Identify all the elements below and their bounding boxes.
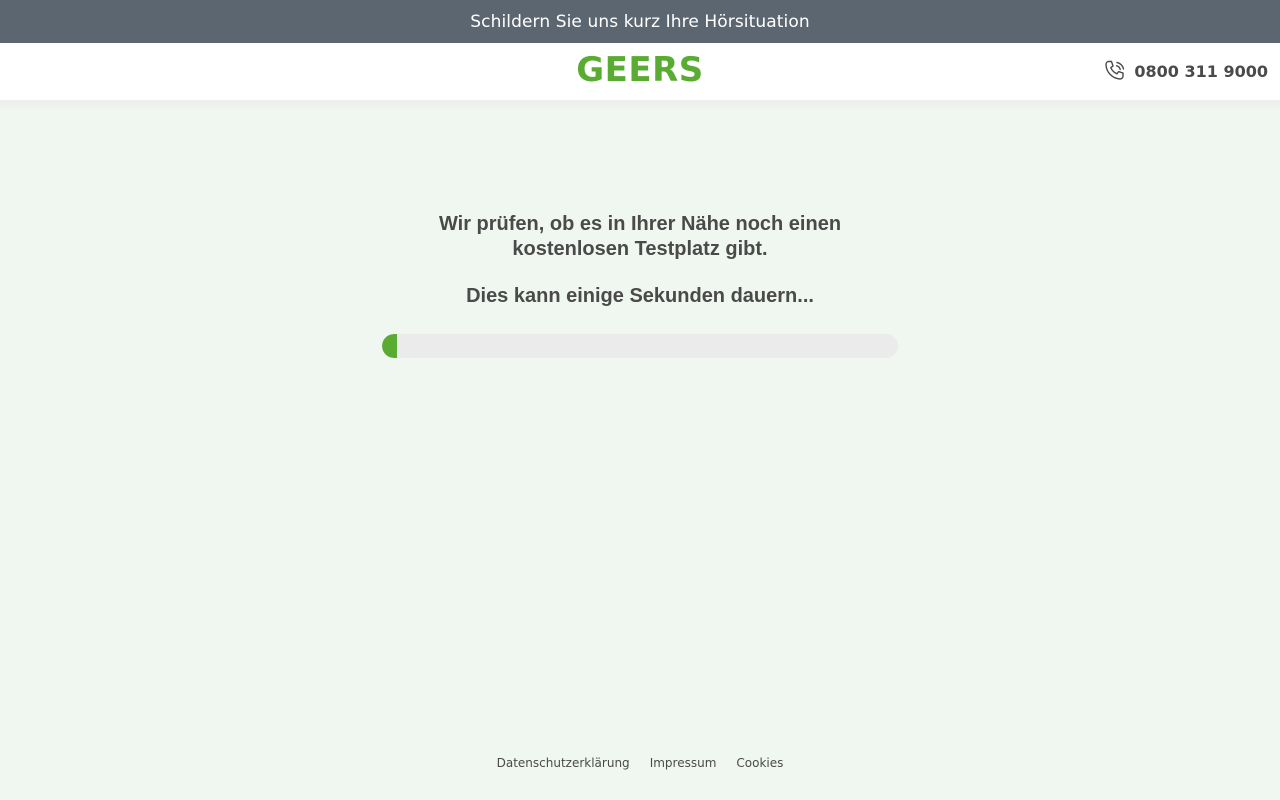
phone-icon <box>1102 58 1128 84</box>
site-header: GEERS 0800 311 9000 <box>0 43 1280 100</box>
geers-logo[interactable]: GEERS <box>0 50 1280 90</box>
imprint-link[interactable]: Impressum <box>650 756 717 770</box>
top-banner-text: Schildern Sie uns kurz Ihre Hörsituation <box>470 11 810 32</box>
phone-number: 0800 311 9000 <box>1134 61 1268 81</box>
loading-subline: Dies kann einige Sekunden dauern... <box>466 285 814 307</box>
phone-link[interactable]: 0800 311 9000 <box>1102 58 1268 84</box>
progress-bar <box>382 334 898 358</box>
footer-links: Datenschutzerklärung Impressum Cookies <box>0 756 1280 770</box>
privacy-link[interactable]: Datenschutzerklärung <box>497 756 630 770</box>
loading-headline: Wir prüfen, ob es in Ihrer Nähe noch ein… <box>438 213 842 260</box>
loading-message: Wir prüfen, ob es in Ihrer Nähe noch ein… <box>380 212 900 309</box>
header-shadow <box>0 100 1280 110</box>
progress-bar-fill <box>382 334 398 358</box>
top-banner: Schildern Sie uns kurz Ihre Hörsituation <box>0 0 1280 43</box>
cookies-link[interactable]: Cookies <box>736 756 783 770</box>
